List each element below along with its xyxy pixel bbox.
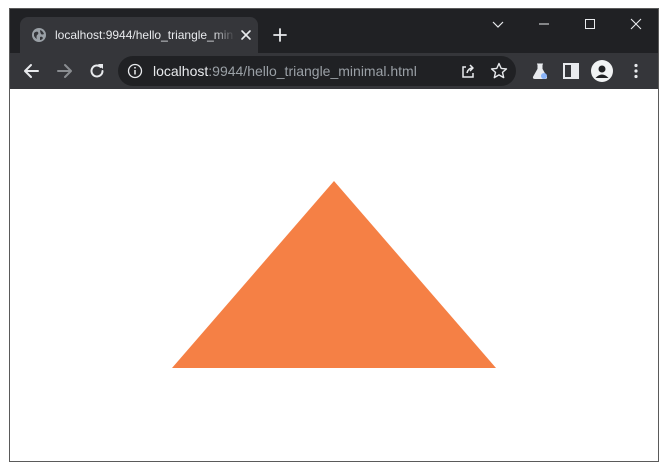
forward-arrow-icon	[57, 64, 72, 78]
back-arrow-icon	[24, 64, 39, 78]
profile-icon[interactable]	[591, 60, 613, 82]
bookmark-star-icon[interactable]	[489, 61, 509, 81]
side-panel-icon	[563, 63, 579, 79]
labs-flask-icon	[532, 63, 548, 79]
window-close-button[interactable]	[613, 9, 658, 39]
minimize-button[interactable]	[521, 9, 567, 39]
url-text[interactable]: localhost:9944/hello_triangle_minimal.ht…	[153, 56, 417, 86]
url-host: localhost	[153, 63, 209, 79]
more-menu-icon	[634, 63, 638, 79]
tab-strip: localhost:9944/hello_triangle_minimal.ht…	[10, 9, 658, 53]
tab-title-fade	[213, 17, 235, 53]
reload-button[interactable]	[85, 59, 109, 83]
forward-button[interactable]	[52, 59, 76, 83]
plus-icon[interactable]	[272, 27, 288, 43]
reload-icon	[90, 64, 104, 78]
labs-button[interactable]	[528, 59, 552, 83]
tab-active[interactable]: localhost:9944/hello_triangle_minimal.ht…	[20, 17, 258, 53]
globe-icon	[31, 27, 47, 43]
tab-search-button[interactable]	[475, 9, 521, 39]
side-panel-button[interactable]	[559, 59, 583, 83]
share-icon[interactable]	[458, 61, 478, 81]
info-icon[interactable]	[127, 63, 143, 79]
browser-window: localhost:9944/hello_triangle_minimal.ht…	[9, 8, 659, 462]
maximize-button[interactable]	[567, 9, 613, 39]
page-content	[10, 89, 658, 461]
address-bar[interactable]: localhost:9944/hello_triangle_minimal.ht…	[118, 56, 516, 86]
webgpu-canvas	[10, 89, 658, 461]
tab-title: localhost:9944/hello_triangle_minimal.ht…	[55, 28, 233, 42]
toolbar: localhost:9944/hello_triangle_minimal.ht…	[10, 53, 658, 89]
maximize-icon	[585, 19, 595, 29]
minimize-icon	[539, 23, 549, 25]
close-icon	[630, 18, 642, 30]
url-path: :9944/hello_triangle_minimal.html	[208, 63, 417, 79]
close-icon[interactable]	[239, 28, 253, 42]
back-button[interactable]	[20, 59, 44, 83]
chevron-down-icon	[492, 21, 504, 28]
more-menu-button[interactable]	[624, 59, 648, 83]
